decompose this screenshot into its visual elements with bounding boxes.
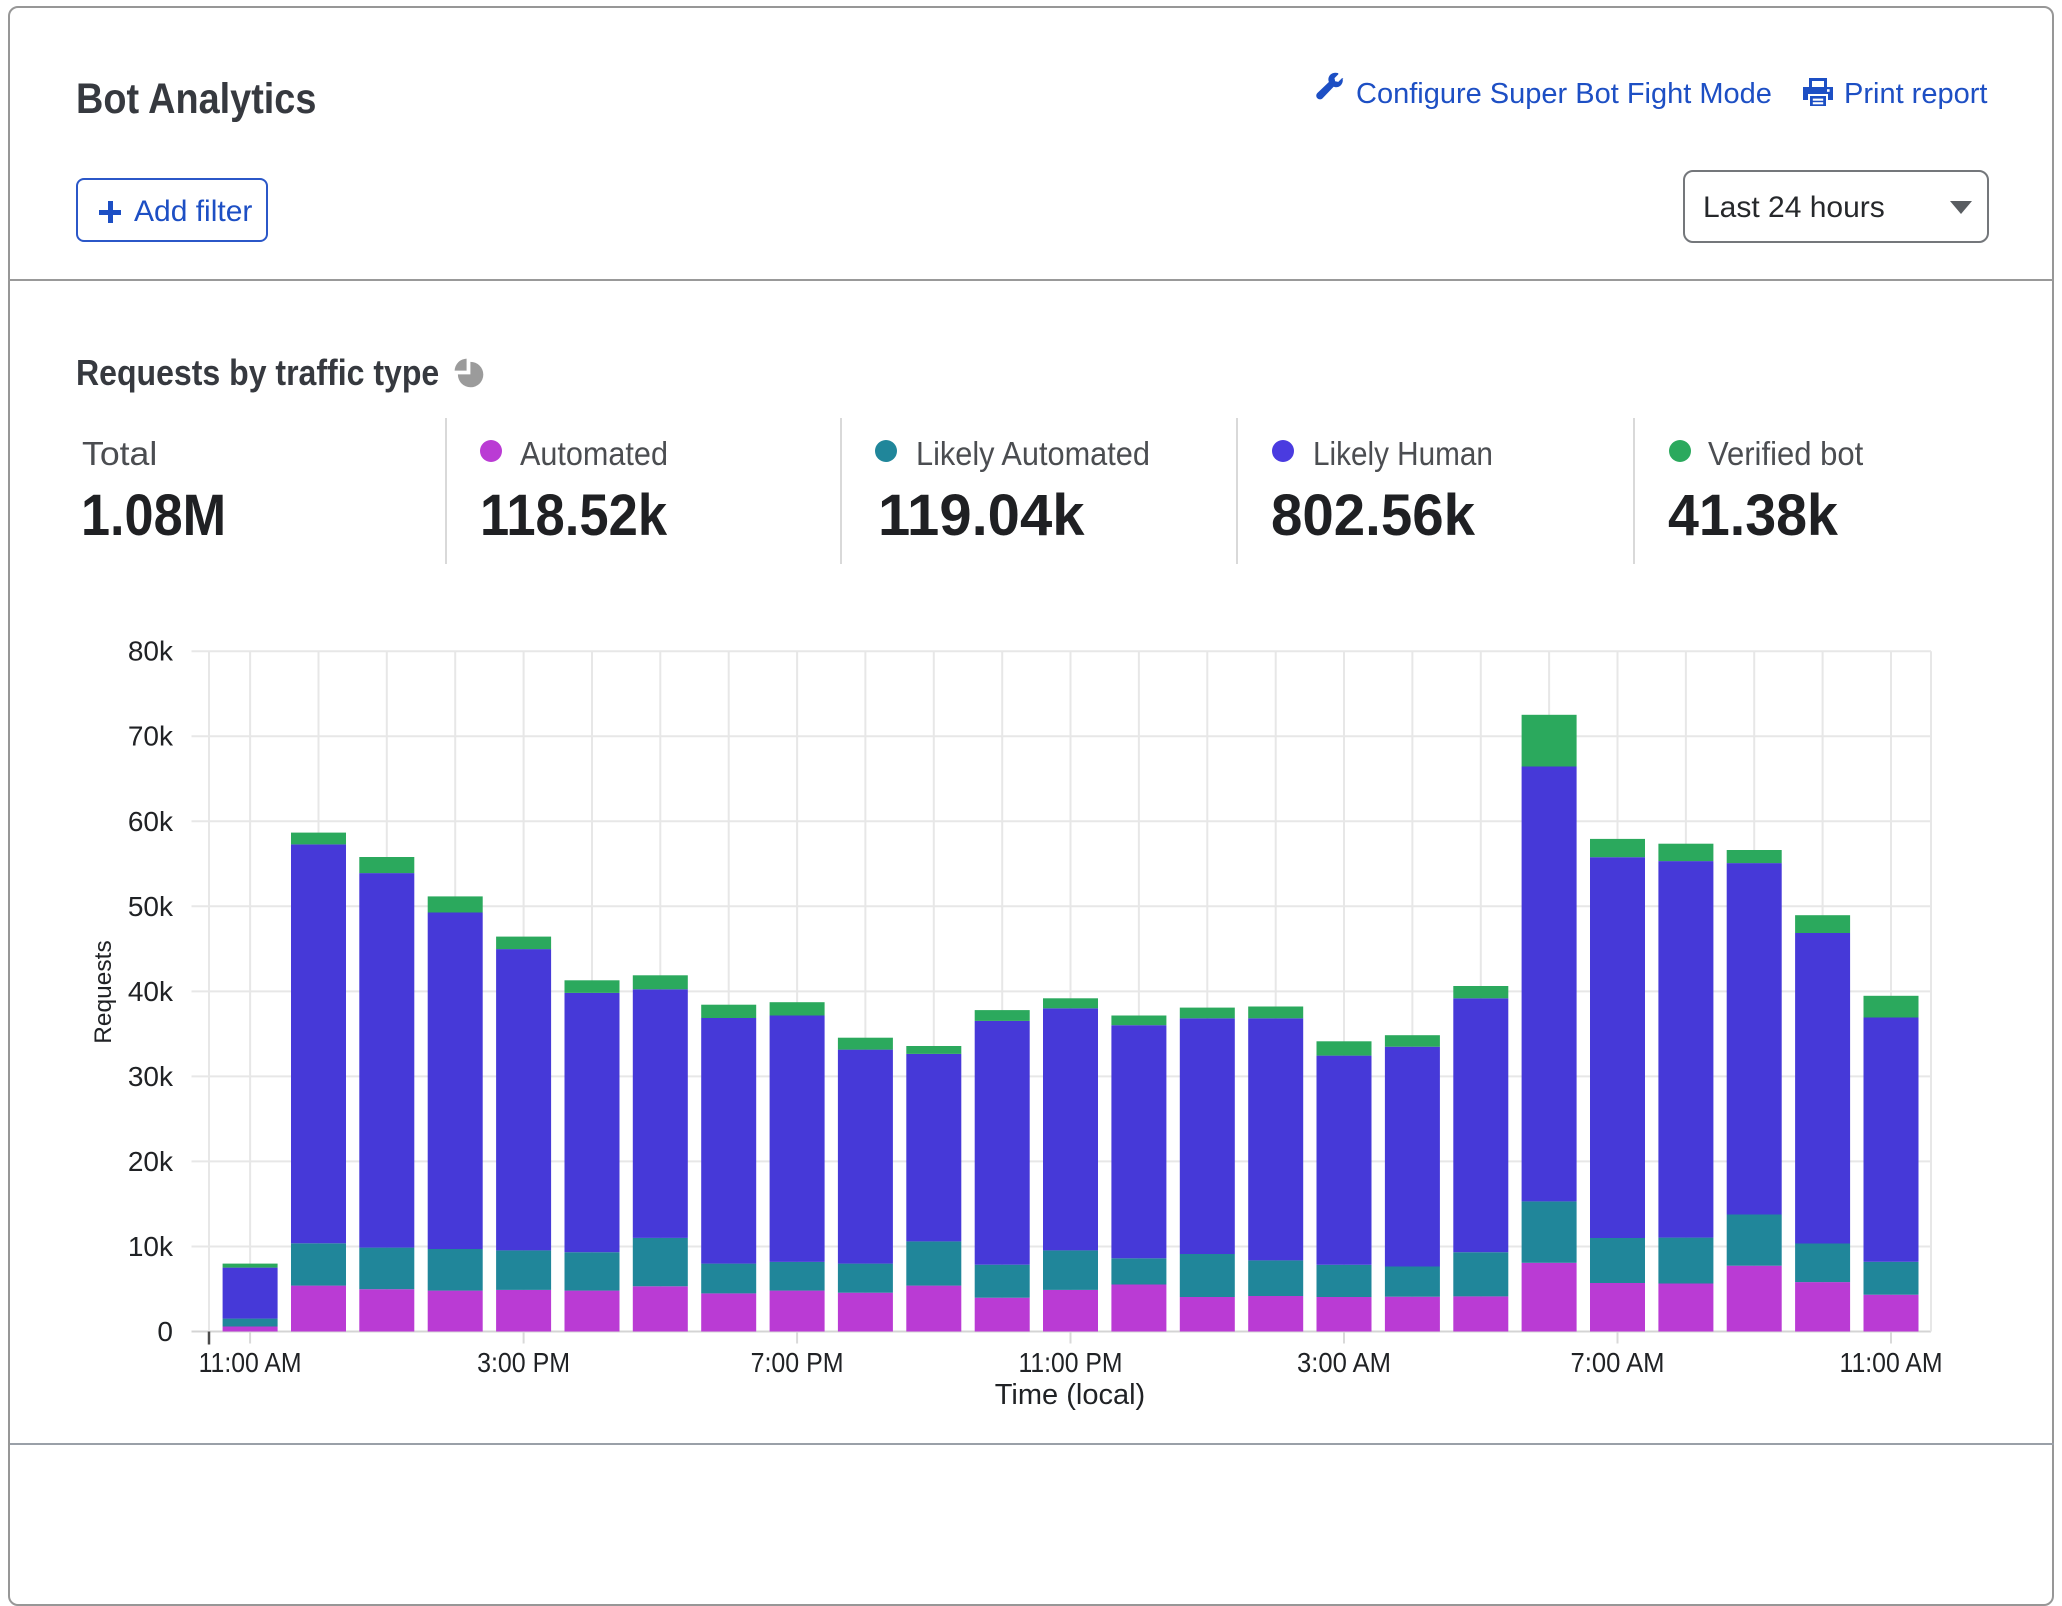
- svg-text:70k: 70k: [128, 721, 174, 752]
- svg-text:40k: 40k: [128, 976, 174, 1007]
- svg-text:7:00 AM: 7:00 AM: [1571, 1347, 1665, 1378]
- svg-text:3:00 PM: 3:00 PM: [477, 1347, 570, 1378]
- svg-text:30k: 30k: [128, 1061, 174, 1092]
- svg-text:11:00 AM: 11:00 AM: [1840, 1347, 1943, 1378]
- svg-text:Time (local): Time (local): [995, 1379, 1145, 1411]
- svg-text:11:00 PM: 11:00 PM: [1019, 1347, 1123, 1378]
- svg-text:7:00 PM: 7:00 PM: [751, 1347, 844, 1378]
- svg-text:10k: 10k: [128, 1231, 174, 1262]
- svg-text:80k: 80k: [128, 636, 174, 667]
- svg-text:60k: 60k: [128, 806, 174, 837]
- svg-text:20k: 20k: [128, 1146, 174, 1177]
- svg-text:0: 0: [157, 1316, 173, 1347]
- svg-text:11:00 AM: 11:00 AM: [199, 1347, 302, 1378]
- svg-text:Requests: Requests: [90, 940, 117, 1044]
- svg-text:50k: 50k: [128, 891, 174, 922]
- svg-text:3:00 AM: 3:00 AM: [1297, 1347, 1391, 1378]
